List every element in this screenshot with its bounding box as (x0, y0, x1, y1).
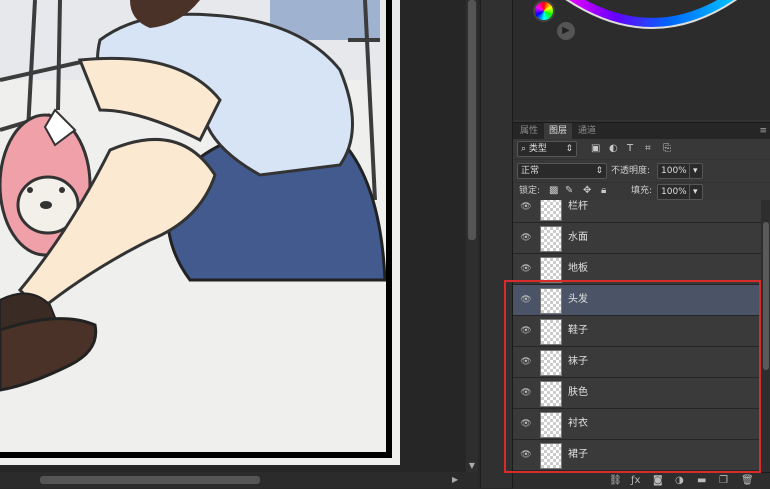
layer-thumbnail[interactable] (540, 412, 562, 438)
blend-mode-dropdown[interactable]: 正常 ⇕ (517, 163, 607, 179)
updown-icon: ⇕ (595, 166, 603, 176)
layer-thumbnail[interactable] (540, 226, 562, 252)
blend-mode-row: 正常 ⇕ 不透明度: 100% ▾ (513, 160, 770, 182)
lock-all-icon[interactable]: 🔒︎ (601, 184, 606, 198)
layer-name[interactable]: 地板 (568, 262, 588, 276)
updown-icon: ⇕ (565, 144, 573, 154)
lock-transparent-pixels-icon[interactable]: ▩ (549, 184, 558, 198)
panel-tabs: 属性 图层 通道 ≡ (513, 122, 770, 139)
visibility-eye-icon[interactable]: 👁︎ (520, 201, 532, 213)
fill-label: 填充: (631, 186, 653, 196)
visibility-eye-icon[interactable]: 👁︎ (520, 325, 532, 337)
smart-object-filter-icon[interactable]: ⎘ (663, 142, 671, 156)
layer-name[interactable]: 肤色 (568, 386, 588, 400)
opacity-label: 不透明度: (611, 166, 651, 176)
canvas-horizontal-scroll-thumb[interactable] (40, 476, 260, 484)
lock-image-pixels-icon[interactable]: ✎ (565, 184, 573, 198)
layer-row[interactable]: 👁︎ 栏杆 (513, 200, 761, 223)
layer-filter-row: ⌕ 类型 ⇕ ▣ ◐ T ⌗ ⎘ (513, 139, 770, 159)
layer-name[interactable]: 栏杆 (568, 200, 588, 214)
layer-style-icon[interactable]: ƒx (631, 474, 640, 488)
layer-name[interactable]: 水面 (568, 231, 588, 245)
delete-layer-icon[interactable]: 🗑︎ (741, 474, 754, 488)
visibility-eye-icon[interactable]: 👁︎ (520, 418, 532, 430)
tab-channels[interactable]: 通道 (573, 123, 601, 139)
layer-row[interactable]: 👁︎ 地板 (513, 254, 761, 285)
new-layer-icon[interactable]: ❐ (719, 474, 728, 488)
layer-row[interactable]: 👁︎ 鞋子 (513, 316, 761, 347)
visibility-eye-icon[interactable]: 👁︎ (520, 263, 532, 275)
layer-thumbnail[interactable] (540, 319, 562, 345)
layer-name[interactable]: 裙子 (568, 448, 588, 462)
tab-properties[interactable]: 属性 (515, 123, 543, 139)
layer-thumbnail[interactable] (540, 381, 562, 407)
search-icon: ⌕ (521, 144, 527, 154)
layer-thumbnail[interactable] (540, 200, 562, 221)
visibility-eye-icon[interactable]: 👁︎ (520, 387, 532, 399)
adjustment-layer-icon[interactable]: ◑ (675, 474, 684, 488)
layer-row[interactable]: 👁︎ 裙子 (513, 440, 761, 471)
fill-dropdown-arrow-icon[interactable]: ▾ (689, 184, 703, 200)
tab-layers[interactable]: 图层 (544, 123, 573, 139)
visibility-eye-icon[interactable]: 👁︎ (520, 294, 532, 306)
scroll-right-arrow-icon[interactable]: ▶ (452, 474, 464, 486)
panel-dock-gutter (480, 0, 513, 488)
layers-bottom-toolbar: ⛓ ƒx ◙ ◑ ▬ ❐ 🗑︎ (513, 472, 770, 489)
new-group-icon[interactable]: ▬ (697, 474, 706, 488)
opacity-input[interactable]: 100% (657, 163, 691, 179)
add-mask-icon[interactable]: ◙ (653, 474, 663, 488)
layers-panel: ▶ 属性 图层 通道 ≡ ⌕ 类型 ⇕ ▣ ◐ T ⌗ ⎘ 正常 ⇕ 不透明度:… (512, 0, 770, 489)
layer-name[interactable]: 鞋子 (568, 324, 588, 338)
layers-list: 👁︎ 栏杆 👁︎ 水面 👁︎ 地板 👁︎ 头发 👁︎ 鞋子 👁︎ 袜子 👁︎ 肤色 👁︎ 衬衣 👁︎ 裙子 (513, 200, 761, 472)
layer-row[interactable]: 👁︎ 衬衣 (513, 409, 761, 440)
lock-row: 锁定: ▩ ✎ ✥ 🔒︎ 填充: 100% ▾ (513, 183, 770, 200)
text-filter-icon[interactable]: T (627, 142, 633, 156)
illustration (0, 0, 400, 465)
fill-input[interactable]: 100% (657, 184, 691, 200)
document-canvas[interactable] (0, 0, 400, 465)
opacity-dropdown-arrow-icon[interactable]: ▾ (689, 163, 703, 179)
layer-name[interactable]: 衬衣 (568, 417, 588, 431)
layer-thumbnail[interactable] (540, 443, 562, 469)
layer-thumbnail[interactable] (540, 257, 562, 283)
layer-filter-dropdown[interactable]: ⌕ 类型 ⇕ (517, 141, 577, 157)
filter-value: 类型 (528, 144, 547, 154)
play-icon[interactable]: ▶ (557, 22, 575, 40)
visibility-eye-icon[interactable]: 👁︎ (520, 356, 532, 368)
layer-row[interactable]: 👁︎ 水面 (513, 223, 761, 254)
canvas-vertical-scroll-thumb[interactable] (468, 0, 476, 240)
layer-row[interactable]: 👁︎ 头发 (513, 285, 761, 316)
adjustment-filter-icon[interactable]: ◐ (609, 142, 618, 156)
link-layers-icon[interactable]: ⛓ (609, 474, 622, 488)
color-panel: ▶ (513, 0, 770, 120)
color-wheel-icon[interactable] (533, 0, 555, 22)
layer-row[interactable]: 👁︎ 袜子 (513, 347, 761, 378)
layers-scroll-thumb[interactable] (763, 222, 769, 370)
layer-thumbnail[interactable] (540, 288, 562, 314)
canvas-area[interactable] (0, 0, 465, 472)
visibility-eye-icon[interactable]: 👁︎ (520, 449, 532, 461)
blend-mode-value: 正常 (521, 166, 540, 176)
lock-label: 锁定: (519, 186, 541, 196)
layer-thumbnail[interactable] (540, 350, 562, 376)
panel-menu-icon[interactable]: ≡ (759, 123, 767, 139)
lock-position-icon[interactable]: ✥ (583, 184, 591, 198)
visibility-eye-icon[interactable]: 👁︎ (520, 232, 532, 244)
layer-name[interactable]: 袜子 (568, 355, 588, 369)
pixel-filter-icon[interactable]: ▣ (591, 142, 600, 156)
scroll-down-arrow-icon[interactable]: ▼ (466, 460, 478, 472)
layer-row[interactable]: 👁︎ 肤色 (513, 378, 761, 409)
shape-filter-icon[interactable]: ⌗ (645, 142, 651, 156)
layer-name[interactable]: 头发 (568, 293, 588, 307)
